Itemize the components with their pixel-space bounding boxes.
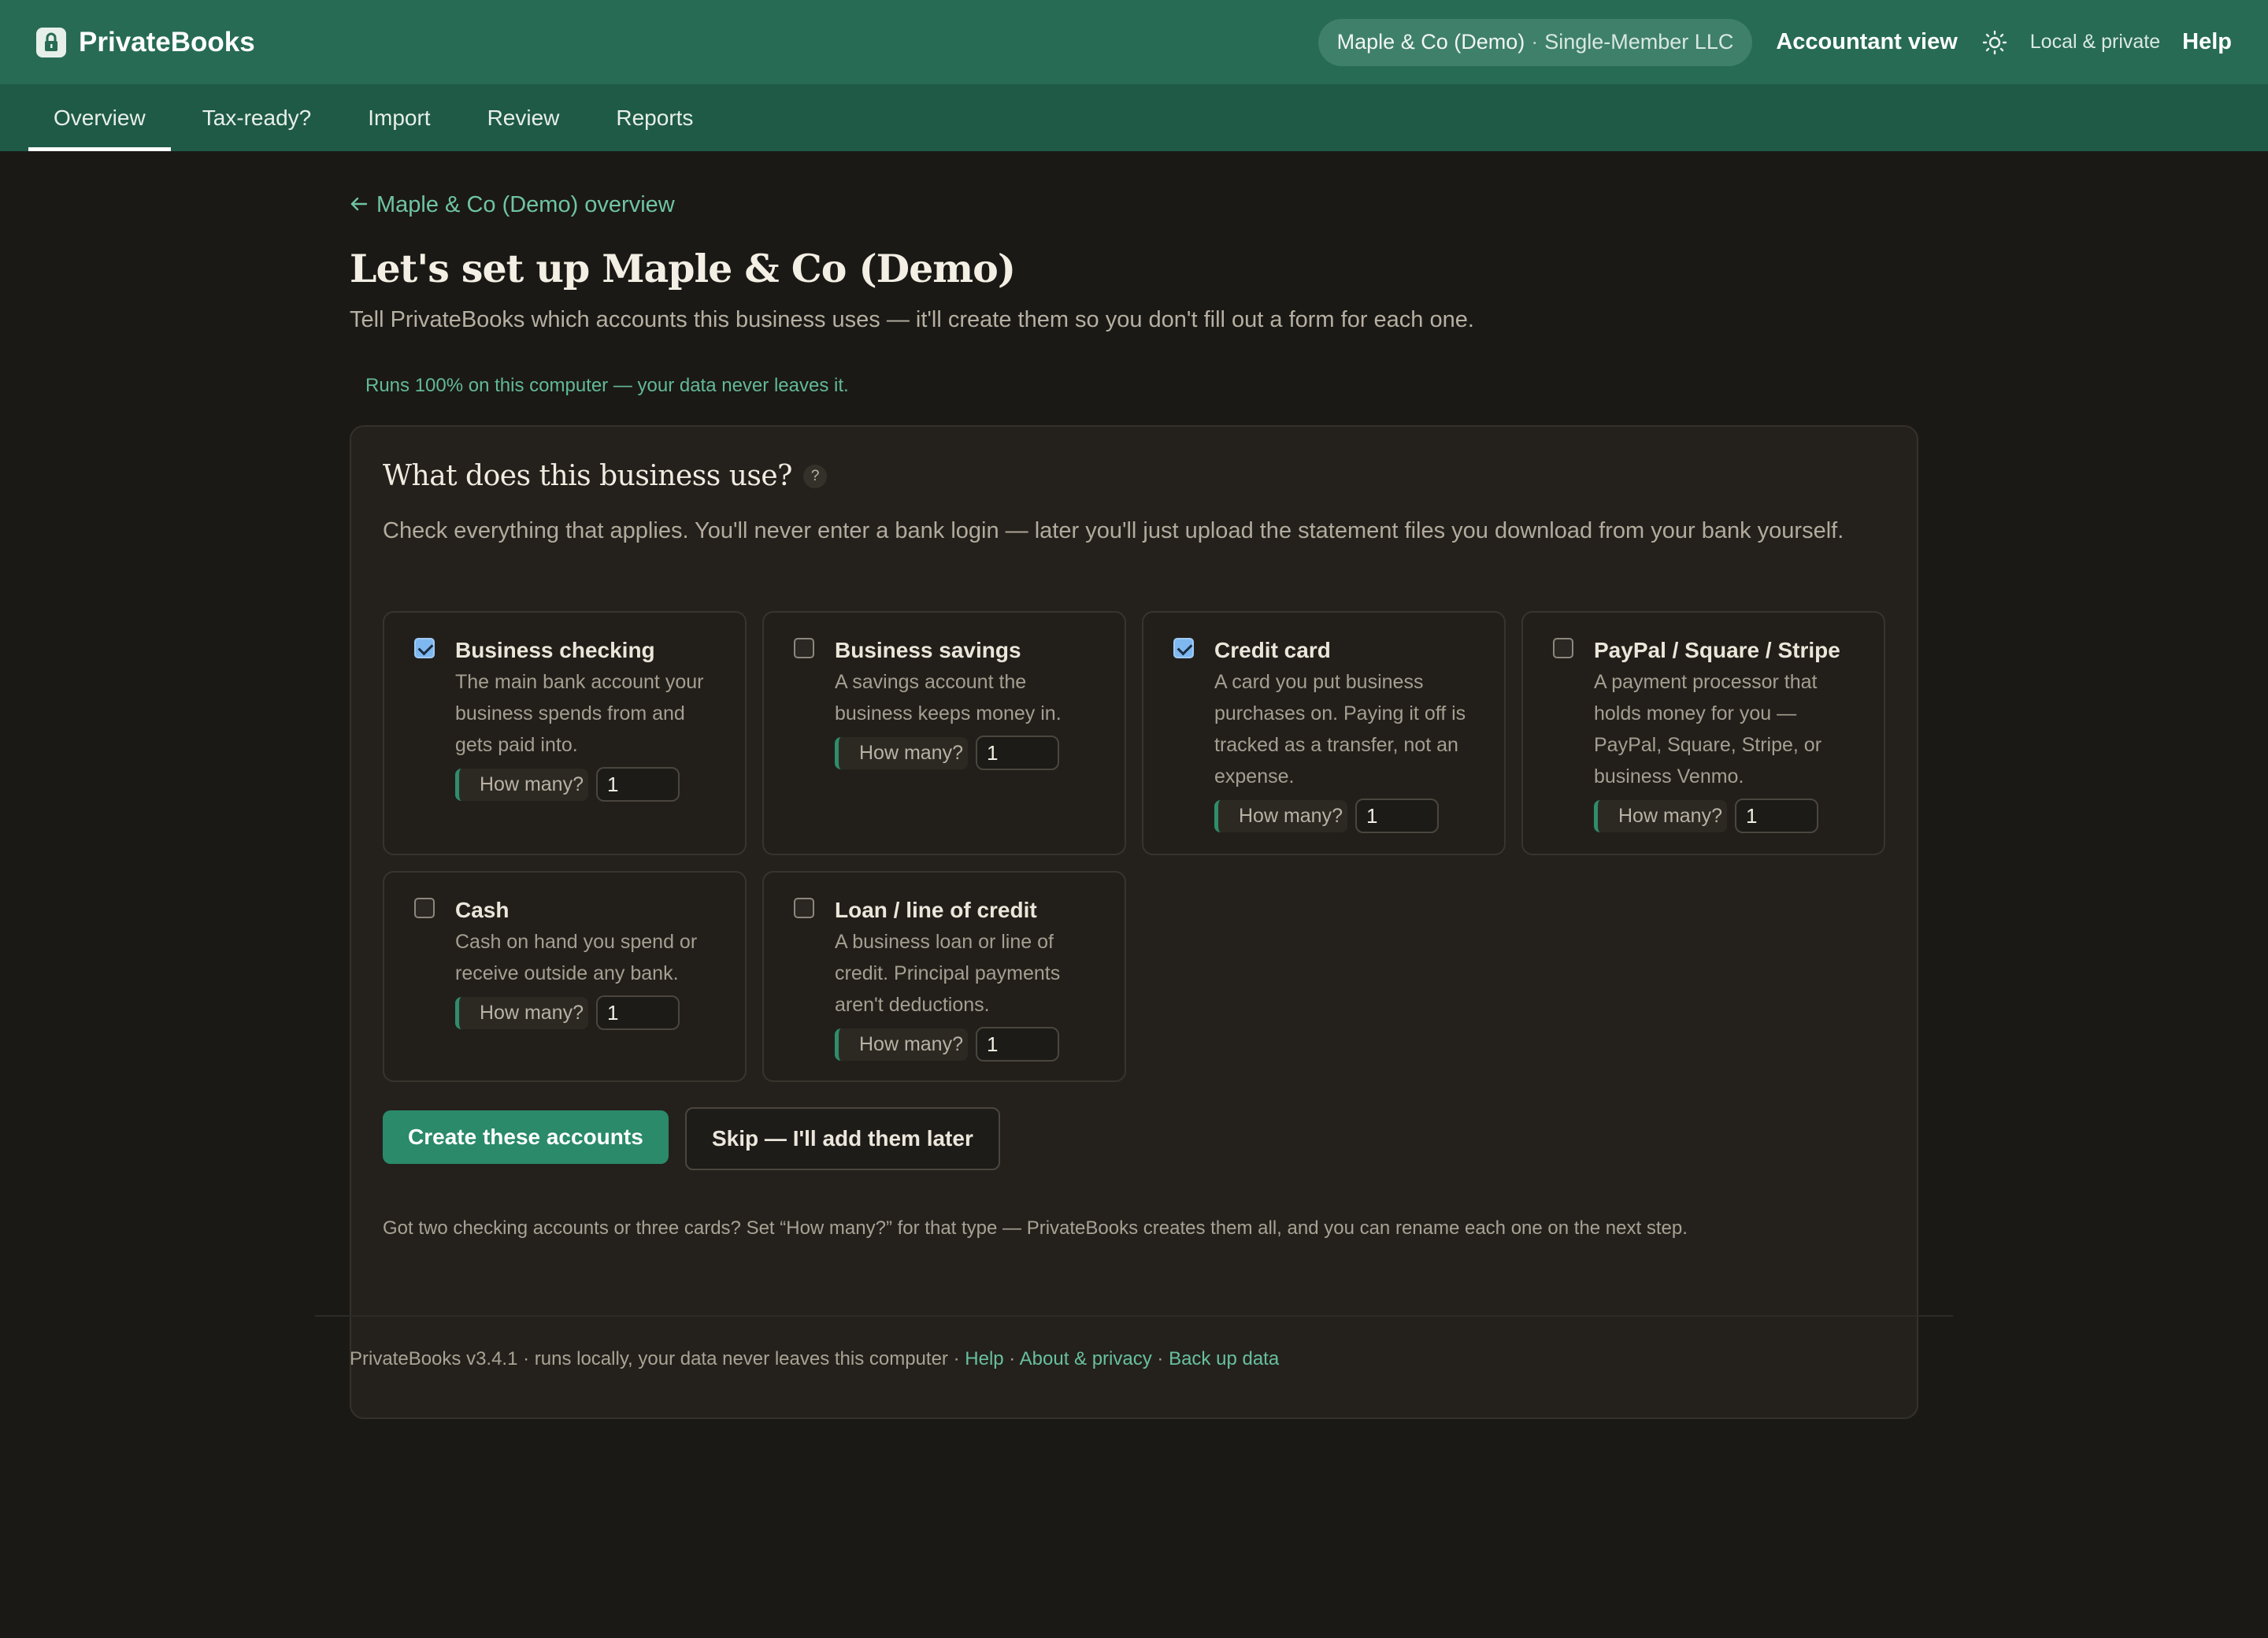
business-switcher[interactable]: Maple & Co (Demo) · Single-Member LLC: [1317, 18, 1753, 66]
option-loan[interactable]: Loan / line of credit A business loan or…: [762, 871, 1126, 1082]
local-note: Runs 100% on this computer — your data n…: [365, 375, 849, 396]
business-name: Maple & Co (Demo): [1336, 30, 1525, 54]
quantity-input-loan[interactable]: [976, 1027, 1059, 1062]
privacy-status: Local & private: [2029, 31, 2161, 53]
lock-icon: [36, 27, 66, 57]
option-label: Cash: [455, 898, 510, 922]
help-link[interactable]: Help: [2182, 29, 2232, 55]
option-credit-card[interactable]: Credit card A card you put business purc…: [1142, 611, 1506, 855]
back-link-label: Maple & Co (Demo) overview: [376, 192, 675, 217]
option-hint: A savings account the business keeps mon…: [835, 671, 1062, 724]
how-many-label: How many?: [835, 1028, 968, 1061]
setup-title-text: What does this business use?: [383, 460, 792, 492]
skip-button[interactable]: Skip — I'll add them later: [685, 1107, 1000, 1170]
quantity-input-business-checking[interactable]: [596, 767, 680, 802]
footer-backup-link[interactable]: Back up data: [1169, 1348, 1279, 1369]
back-link[interactable]: Maple & Co (Demo) overview: [350, 192, 675, 218]
separator-dot: ·: [953, 1348, 960, 1369]
how-many-label: How many?: [455, 996, 588, 1029]
separator-dot: ·: [1157, 1348, 1164, 1369]
footer-version-text: PrivateBooks v3.4.1 · runs locally, your…: [350, 1348, 948, 1369]
setup-description: Check everything that applies. You'll ne…: [383, 518, 1844, 543]
checkbox-loan[interactable]: [794, 898, 814, 918]
option-label: Loan / line of credit: [835, 898, 1037, 922]
top-bar: PrivateBooks Maple & Co (Demo) · Single-…: [0, 0, 2268, 84]
option-hint: The main bank account your business spen…: [455, 671, 704, 756]
business-type: Single-Member LLC: [1544, 30, 1734, 54]
separator-dot: ·: [1531, 30, 1539, 54]
tab-overview[interactable]: Overview: [28, 84, 171, 151]
quantity-input-cash[interactable]: [596, 995, 680, 1030]
setup-card: What does this business use? ? Check eve…: [350, 425, 1918, 1419]
help-badge-icon[interactable]: ?: [802, 464, 827, 488]
footer: PrivateBooks v3.4.1 · runs locally, your…: [350, 1348, 1279, 1370]
accountant-view-link[interactable]: Accountant view: [1776, 29, 1957, 55]
separator-dot: ·: [1009, 1348, 1016, 1369]
checkbox-cash[interactable]: [414, 898, 435, 918]
page-subtitle: Tell PrivateBooks which accounts this bu…: [350, 307, 1474, 332]
tab-tax-ready[interactable]: Tax-ready?: [177, 84, 337, 151]
footer-divider: [315, 1315, 1953, 1317]
tab-import[interactable]: Import: [343, 84, 455, 151]
create-accounts-button[interactable]: Create these accounts: [383, 1110, 669, 1164]
option-business-checking[interactable]: Business checking The main bank account …: [383, 611, 747, 855]
how-many-label: How many?: [1594, 799, 1727, 832]
brand[interactable]: PrivateBooks: [36, 27, 255, 58]
how-many-label: How many?: [1214, 799, 1347, 832]
quantity-input-payment-processor[interactable]: [1735, 799, 1818, 833]
option-hint: A payment processor that holds money for…: [1594, 671, 1822, 788]
option-hint: A business loan or line of credit. Princ…: [835, 931, 1061, 1016]
option-label: PayPal / Square / Stripe: [1594, 638, 1840, 662]
checkbox-credit-card[interactable]: [1173, 638, 1194, 658]
option-hint: A card you put business purchases on. Pa…: [1214, 671, 1466, 788]
setup-title: What does this business use? ?: [383, 460, 827, 492]
main-tabs: Overview Tax-ready? Import Review Report…: [0, 84, 2268, 151]
page-title: Let's set up Maple & Co (Demo): [350, 246, 1016, 291]
checkbox-payment-processor[interactable]: [1553, 638, 1573, 658]
option-hint: Cash on hand you spend or receive outsid…: [455, 931, 698, 984]
option-business-savings[interactable]: Business savings A savings account the b…: [762, 611, 1126, 855]
theme-toggle-sun-icon[interactable]: [1981, 29, 2008, 56]
option-label: Business checking: [455, 638, 655, 662]
checkbox-business-savings[interactable]: [794, 638, 814, 658]
footer-help-link[interactable]: Help: [965, 1348, 1003, 1369]
checkbox-business-checking[interactable]: [414, 638, 435, 658]
tab-reports[interactable]: Reports: [591, 84, 718, 151]
quantity-input-business-savings[interactable]: [976, 736, 1059, 770]
app-name: PrivateBooks: [79, 26, 255, 57]
how-many-label: How many?: [455, 768, 588, 801]
option-cash[interactable]: Cash Cash on hand you spend or receive o…: [383, 871, 747, 1082]
option-label: Credit card: [1214, 638, 1331, 662]
footer-about-privacy-link[interactable]: About & privacy: [1020, 1348, 1152, 1369]
quantity-input-credit-card[interactable]: [1355, 799, 1439, 833]
arrow-left-icon: [350, 192, 369, 218]
setup-footnote: Got two checking accounts or three cards…: [383, 1217, 1688, 1239]
how-many-label: How many?: [835, 736, 968, 769]
option-label: Business savings: [835, 638, 1021, 662]
option-payment-processor[interactable]: PayPal / Square / Stripe A payment proce…: [1521, 611, 1885, 855]
tab-review[interactable]: Review: [462, 84, 585, 151]
